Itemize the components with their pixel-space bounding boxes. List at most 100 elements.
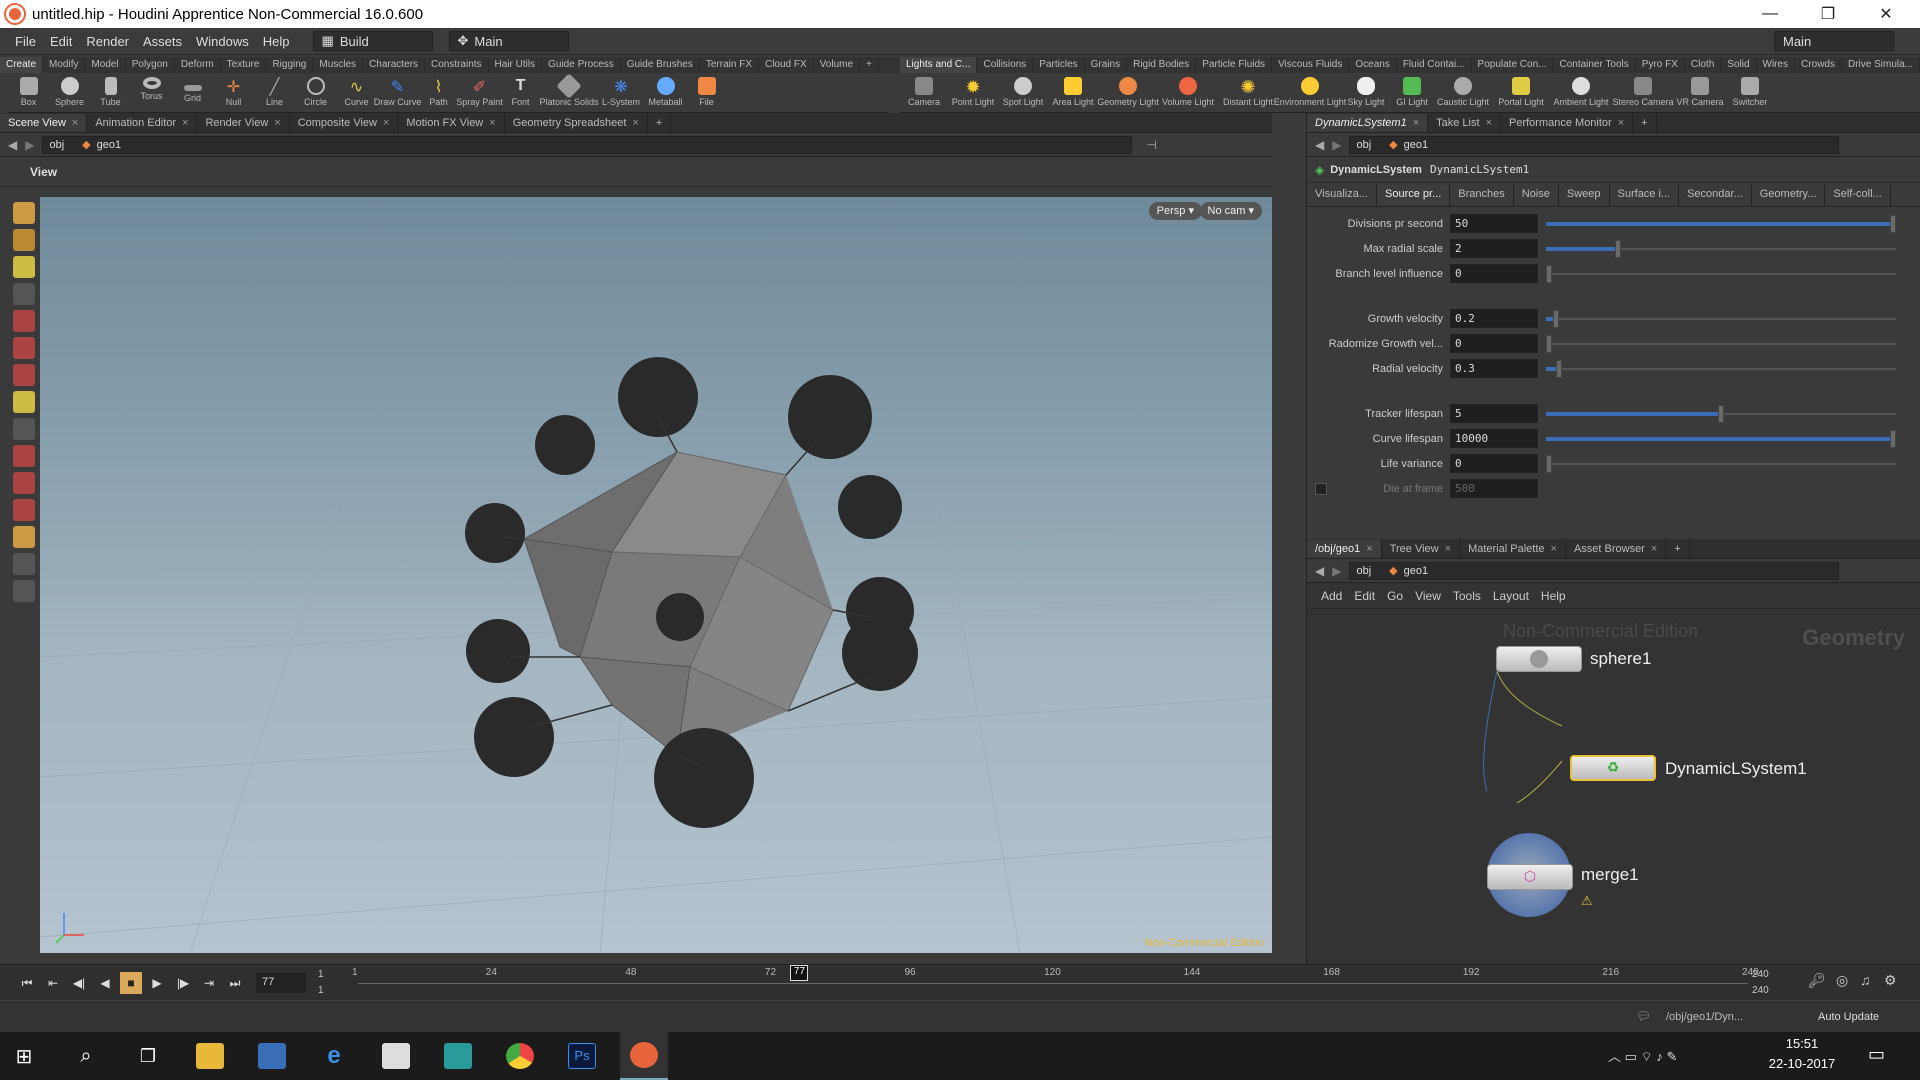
play-reverse-button[interactable]: ◀ (94, 972, 116, 994)
tool-gi-light[interactable]: GI Light (1390, 73, 1434, 112)
maya-icon[interactable] (434, 1032, 482, 1080)
param-value-field[interactable]: 0 (1450, 264, 1538, 283)
next-key-button[interactable]: ⇥ (198, 972, 220, 994)
param-value-field[interactable]: 5 (1450, 404, 1538, 423)
net-menu-view[interactable]: View (1415, 589, 1441, 603)
tool-tube[interactable]: Tube (90, 73, 131, 112)
magnet-tool-icon[interactable] (13, 472, 35, 494)
param-value-field[interactable]: 0 (1450, 454, 1538, 473)
left-path-field[interactable]: obj ◆ geo1 (42, 135, 1133, 154)
tool-null[interactable]: ✛ Null (213, 73, 254, 112)
tool-sky-light[interactable]: Sky Light (1342, 73, 1390, 112)
tool-draw-curve[interactable]: ✎ Draw Curve (374, 73, 422, 112)
ptab-visualize[interactable]: Visualiza... (1307, 185, 1377, 206)
tool-area-light[interactable]: Area Light (1048, 73, 1098, 112)
add-tab-icon[interactable]: + (1633, 114, 1657, 132)
back-arrow-icon[interactable]: ◀ (1315, 138, 1324, 152)
tab-tree-view[interactable]: Tree View × (1382, 540, 1461, 558)
stop-button[interactable]: ■ (120, 972, 142, 994)
menu-windows[interactable]: Windows (189, 34, 256, 49)
shelf-tab-model[interactable]: Model (85, 57, 126, 73)
shelf-tab-volume[interactable]: Volume (814, 57, 861, 73)
tab-render-view[interactable]: Render View × (197, 114, 290, 132)
die-toggle[interactable] (1315, 482, 1327, 495)
tool-font[interactable]: T Font (500, 73, 541, 112)
tool-grid[interactable]: Grid (172, 73, 213, 112)
param-slider[interactable] (1546, 264, 1896, 283)
net-menu-add[interactable]: Add (1321, 589, 1342, 603)
ptab-source[interactable]: Source pr... (1377, 185, 1451, 206)
path-node[interactable]: geo1 (1404, 565, 1428, 577)
path-node[interactable]: geo1 (97, 139, 121, 151)
slider-knob[interactable] (1556, 359, 1563, 378)
shelf-tab-crowds[interactable]: Crowds (1795, 57, 1842, 73)
tool-path[interactable]: ⌇ Path (418, 73, 459, 112)
render-region-icon[interactable] (13, 553, 35, 575)
add-shelf-icon[interactable]: + (860, 57, 879, 73)
net-menu-help[interactable]: Help (1541, 589, 1566, 603)
path-root[interactable]: obj (1356, 139, 1371, 151)
add-tab-icon[interactable]: + (1666, 540, 1690, 558)
right-path-field[interactable]: obj ◆ geo1 (1349, 135, 1840, 154)
tool-circle[interactable]: Circle (295, 73, 336, 112)
tool-torus[interactable]: Torus (131, 73, 172, 112)
forward-arrow-icon[interactable]: ▶ (1332, 138, 1341, 152)
tool-caustic-light[interactable]: Caustic Light (1434, 73, 1492, 112)
scale-tool-icon[interactable] (13, 418, 35, 440)
path-node[interactable]: geo1 (1404, 139, 1428, 151)
transform-tool-icon[interactable] (13, 391, 35, 413)
realtime-icon[interactable]: ◎ (1836, 972, 1848, 989)
auto-update-menu[interactable]: Auto Update (1818, 1011, 1879, 1023)
file-explorer-icon[interactable] (186, 1032, 234, 1080)
shelf-tab-guide-process[interactable]: Guide Process (542, 57, 621, 73)
jump-start-button[interactable]: ⏮ (16, 972, 38, 994)
menu-edit[interactable]: Edit (43, 34, 79, 49)
paint-tool-icon[interactable] (13, 337, 35, 359)
step-back-button[interactable]: ◀| (68, 972, 90, 994)
view-tool-icon[interactable] (13, 202, 35, 224)
param-slider[interactable] (1546, 404, 1896, 423)
tool-spray-paint[interactable]: ✐ Spray Paint (456, 73, 503, 112)
tab-animation-editor[interactable]: Animation Editor × (87, 114, 198, 132)
add-tab-icon[interactable]: + (648, 114, 672, 132)
param-slider[interactable] (1546, 429, 1896, 448)
range-start2-field[interactable]: 1 (318, 985, 324, 996)
clock-time[interactable]: 15:51 (1766, 1036, 1838, 1051)
shelf-tab-collisions[interactable]: Collisions (977, 57, 1034, 73)
task-view-icon[interactable]: ❐ (124, 1032, 172, 1080)
shelf-tab-grains[interactable]: Grains (1085, 57, 1128, 73)
range-end2-field[interactable]: 240 (1752, 985, 1769, 996)
close-button[interactable]: ✕ (1858, 0, 1914, 28)
photoshop-icon[interactable]: Ps (558, 1032, 606, 1080)
shelf-tab-rigid-bodies[interactable]: Rigid Bodies (1127, 57, 1197, 73)
tool-geometry-light[interactable]: Geometry Light (1097, 73, 1159, 112)
back-arrow-icon[interactable]: ◀ (1315, 564, 1324, 578)
key-icon[interactable]: 🔑︎ (1808, 972, 1826, 989)
play-button[interactable]: ▶ (146, 972, 168, 994)
audio-icon[interactable]: ♫ (1860, 972, 1871, 988)
tab-performance-monitor[interactable]: Performance Monitor × (1501, 114, 1634, 132)
sculpt-tool-icon[interactable] (13, 364, 35, 386)
shelf-tab-rigging[interactable]: Rigging (266, 57, 314, 73)
shelf-tab-characters[interactable]: Characters (363, 57, 425, 73)
tab-scene-view[interactable]: Scene View × (0, 114, 88, 132)
ptab-geometry[interactable]: Geometry... (1752, 185, 1826, 206)
minimize-button[interactable]: — (1742, 0, 1798, 28)
tool-camera[interactable]: Camera (900, 73, 948, 112)
tab-motion-fx-view[interactable]: Motion FX View × (398, 114, 505, 132)
param-slider[interactable] (1546, 359, 1896, 378)
clock-date[interactable]: 22-10-2017 (1758, 1056, 1846, 1071)
shelf-tab-wires[interactable]: Wires (1757, 57, 1796, 73)
windows-start-icon[interactable]: ⊞ (0, 1032, 48, 1080)
viewport-3d[interactable]: Persp ▾ No cam ▾ Non-Commercial Edition (40, 197, 1272, 953)
shelf-tab-modify[interactable]: Modify (43, 57, 86, 73)
net-menu-edit[interactable]: Edit (1354, 589, 1375, 603)
network-canvas[interactable]: Non-Commercial Edition Geometry sphere1 … (1307, 611, 1920, 964)
shelf-tab-drive-sim[interactable]: Drive Simula... (1842, 57, 1920, 73)
path-root[interactable]: obj (49, 139, 64, 151)
param-value-field[interactable]: 2 (1450, 239, 1538, 258)
maximize-button[interactable]: ❐ (1800, 0, 1856, 28)
notifications-icon[interactable]: ▭ (1868, 1044, 1885, 1065)
param-slider[interactable] (1546, 334, 1896, 353)
menu-render[interactable]: Render (79, 34, 136, 49)
